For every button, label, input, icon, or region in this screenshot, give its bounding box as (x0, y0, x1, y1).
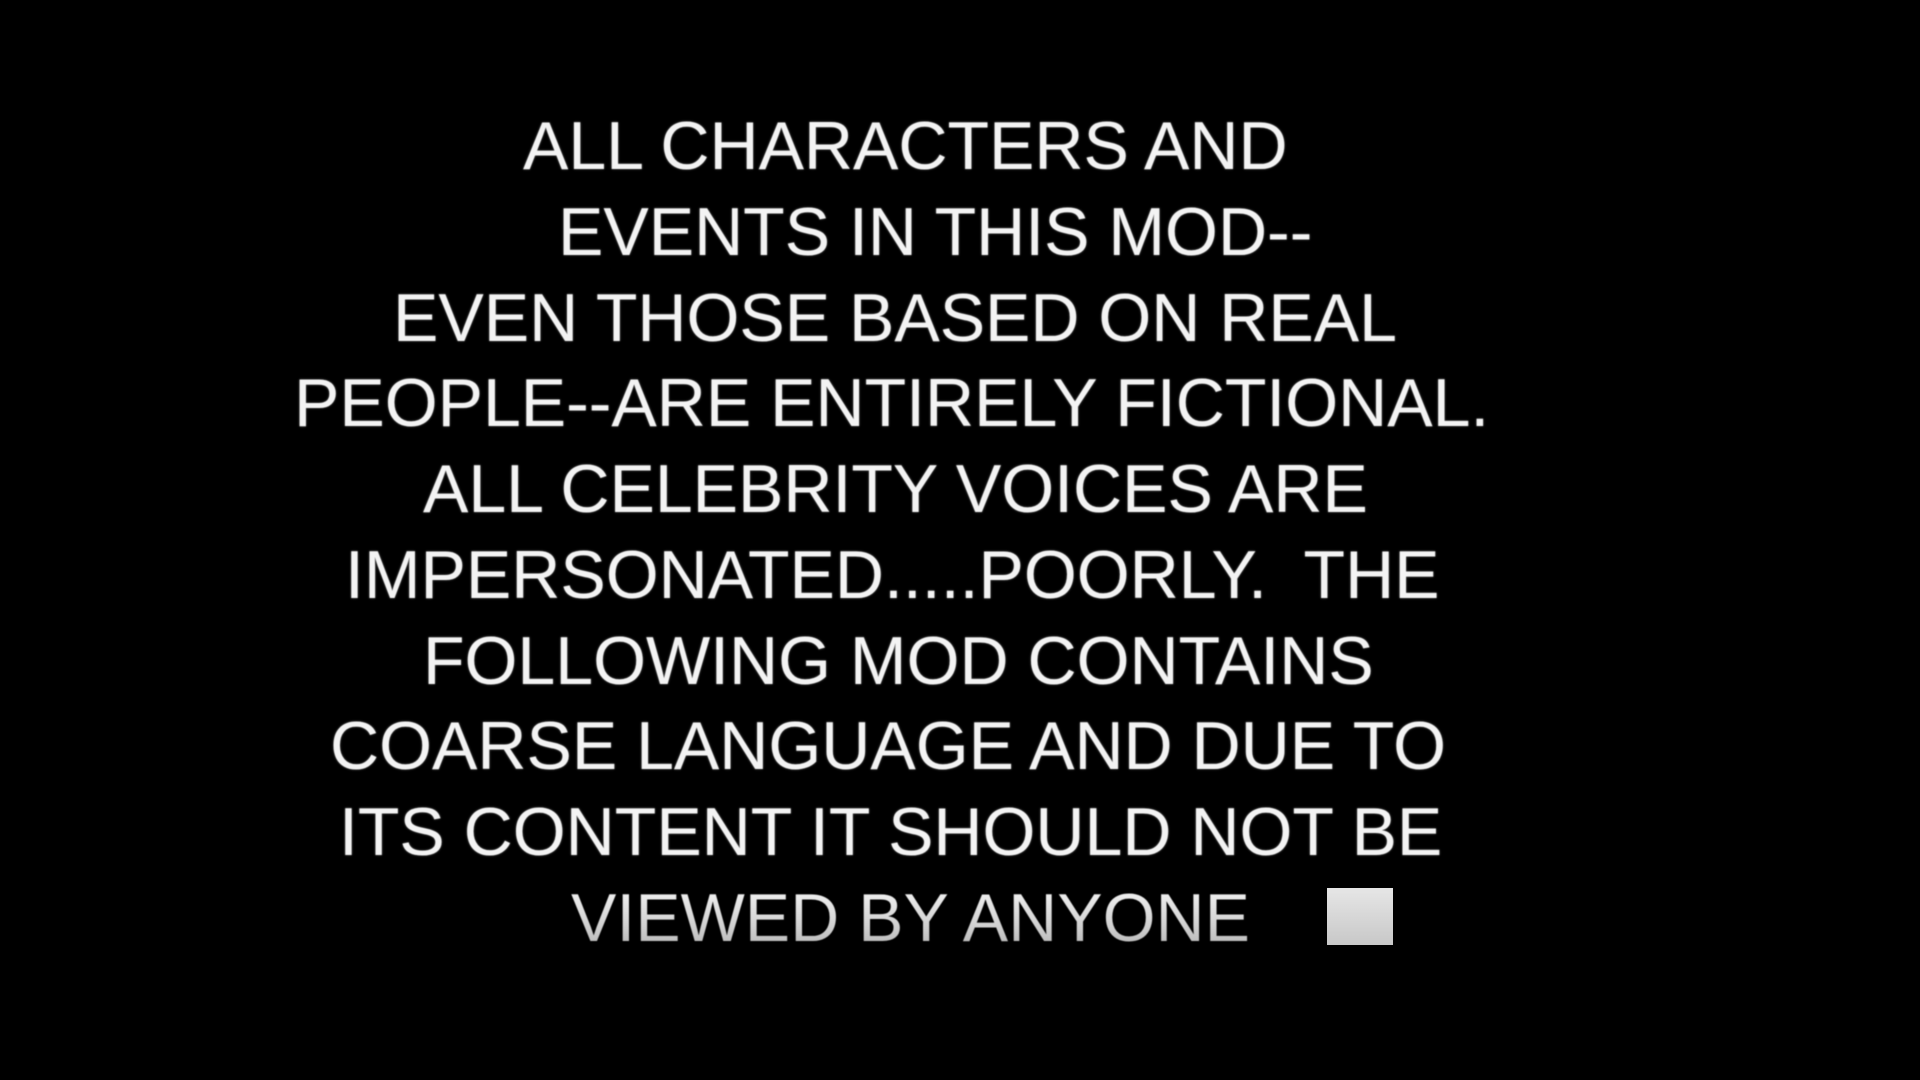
disclaimer-line-2: EVENTS IN THIS MOD-- (0, 189, 1920, 275)
disclaimer-line-4-text: PEOPLE--ARE ENTIRELY FICTIONAL. (294, 365, 1490, 441)
disclaimer-line-5-text: ALL CELEBRITY VOICES ARE (423, 451, 1368, 527)
disclaimer-line-10: VIEWED BY ANYONE (0, 875, 1920, 961)
disclaimer-line-9-text: ITS CONTENT IT SHOULD NOT BE (339, 794, 1443, 870)
disclaimer-line-9: ITS CONTENT IT SHOULD NOT BE (0, 789, 1920, 875)
disclaimer-line-8: COARSE LANGUAGE AND DUE TO (0, 703, 1920, 789)
disclaimer-line-8-text: COARSE LANGUAGE AND DUE TO (330, 708, 1446, 784)
disclaimer-line-3-text: EVEN THOSE BASED ON REAL (393, 280, 1397, 356)
block-cursor-icon (1327, 888, 1393, 945)
disclaimer-line-6-text: IMPERSONATED.....POORLY. THE (345, 537, 1440, 613)
disclaimer-screen: ALL CHARACTERS AND EVENTS IN THIS MOD-- … (0, 0, 1920, 1080)
disclaimer-line-7-text: FOLLOWING MOD CONTAINS (423, 623, 1374, 699)
disclaimer-line-7: FOLLOWING MOD CONTAINS (0, 618, 1920, 704)
disclaimer-line-1: ALL CHARACTERS AND (0, 103, 1920, 189)
disclaimer-line-3: EVEN THOSE BASED ON REAL (0, 275, 1920, 361)
disclaimer-line-6: IMPERSONATED.....POORLY. THE (0, 532, 1920, 618)
disclaimer-line-5: ALL CELEBRITY VOICES ARE (0, 446, 1920, 532)
disclaimer-line-4: PEOPLE--ARE ENTIRELY FICTIONAL. (0, 360, 1920, 446)
disclaimer-line-1-text: ALL CHARACTERS AND (523, 108, 1288, 184)
disclaimer-line-10-text: VIEWED BY ANYONE (571, 875, 1250, 961)
disclaimer-line-2-text: EVENTS IN THIS MOD-- (558, 194, 1313, 270)
